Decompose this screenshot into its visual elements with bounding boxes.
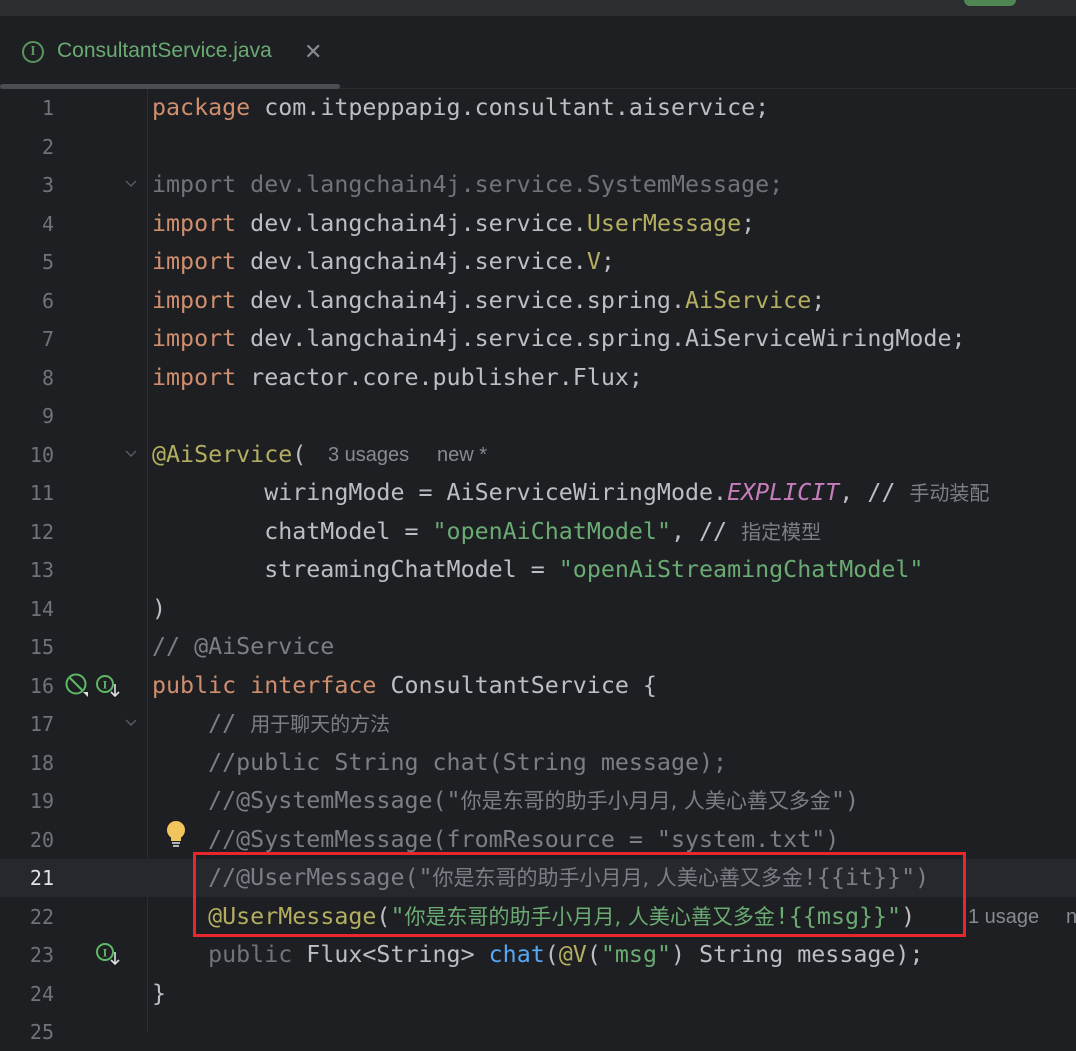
code-text: import dev.langchain4j.service.UserMessa… [152, 209, 756, 237]
line-number: 20 [29, 827, 54, 852]
code-line[interactable]: 17 // 用于聊天的方法 [0, 705, 1076, 743]
line-number: 19 [29, 789, 54, 813]
line-number: 16 [29, 673, 54, 698]
editor-tab-bar: I ConsultantService.java ✕ [0, 16, 1076, 89]
code-editor[interactable]: 1 package com.itpeppapig.consultant.aise… [0, 89, 1076, 1044]
code-line[interactable]: 16 I public interface ConsultantService … [0, 667, 1076, 705]
code-text: import dev.langchain4j.service.V; [152, 248, 615, 275]
code-line[interactable]: 19 //@SystemMessage("你是东哥的助手小月月, 人美心善又多金… [0, 782, 1076, 820]
code-line[interactable]: 11 wiringMode = AiServiceWiringMode.EXPL… [0, 474, 1076, 512]
code-line[interactable]: 4 import dev.langchain4j.service.UserMes… [0, 205, 1076, 243]
implemented-method-icon[interactable]: I [95, 942, 121, 968]
line-number: 9 [41, 404, 54, 428]
fold-chevron-icon[interactable] [124, 447, 138, 461]
line-number: 21 [29, 866, 54, 890]
code-line[interactable]: 5 import dev.langchain4j.service.V; [0, 243, 1076, 281]
line-number: 14 [29, 596, 54, 621]
code-text: } [152, 979, 167, 1007]
code-line[interactable]: 6 import dev.langchain4j.service.spring.… [0, 282, 1076, 320]
implemented-interface-icon[interactable]: I [95, 674, 121, 700]
code-text: package com.itpeppapig.consultant.aiserv… [152, 94, 770, 121]
code-line[interactable]: 3 import dev.langchain4j.service.SystemM… [0, 166, 1076, 204]
line-number: 13 [29, 558, 54, 582]
code-text: chatModel = "openAiChatModel", // 指定模型 [152, 517, 822, 545]
close-icon[interactable]: ✕ [304, 39, 322, 65]
author-hint[interactable]: new * [437, 444, 487, 467]
highlight-annotation-box [193, 852, 966, 937]
code-line[interactable]: 7 import dev.langchain4j.service.spring.… [0, 320, 1076, 358]
code-line[interactable]: 1 package com.itpeppapig.consultant.aise… [0, 89, 1076, 127]
code-line[interactable]: 2 [0, 128, 1076, 166]
svg-text:I: I [103, 946, 108, 960]
line-number: 12 [29, 519, 54, 544]
no-bean-icon[interactable] [64, 672, 90, 698]
code-line[interactable]: 25 [0, 1013, 1076, 1051]
run-widget[interactable] [964, 0, 1016, 6]
line-number: 6 [41, 288, 54, 313]
line-number: 15 [29, 635, 54, 659]
code-text: // @AiService [152, 633, 335, 660]
code-line[interactable]: 24 } [0, 975, 1076, 1013]
fold-chevron-icon[interactable] [124, 177, 138, 191]
line-number: 8 [41, 365, 54, 390]
code-text: public interface ConsultantService { [152, 671, 657, 699]
code-line[interactable]: 14 ) [0, 590, 1076, 628]
svg-text:I: I [103, 677, 108, 691]
tab-consultant-service[interactable]: I ConsultantService.java ✕ [0, 16, 340, 89]
code-line[interactable]: 15 // @AiService [0, 628, 1076, 666]
code-text: public Flux<String> chat(@V("msg") Strin… [152, 941, 924, 968]
author-hint[interactable]: n [1066, 906, 1076, 929]
line-number: 24 [29, 981, 54, 1006]
line-number: 7 [41, 327, 54, 351]
line-number: 3 [41, 173, 54, 197]
line-number: 10 [29, 442, 54, 467]
code-line[interactable]: 18 //public String chat(String message); [0, 744, 1076, 782]
code-text: //@SystemMessage("你是东哥的助手小月月, 人美心善又多金") [152, 787, 859, 814]
line-number: 1 [41, 96, 54, 120]
interface-icon: I [22, 41, 44, 63]
tab-label: ConsultantService.java [57, 39, 272, 62]
line-number: 11 [29, 481, 54, 505]
line-number: 25 [29, 1020, 54, 1044]
line-number: 23 [29, 943, 54, 967]
code-line[interactable]: 9 [0, 397, 1076, 435]
code-text: //public String chat(String message); [152, 748, 728, 776]
code-text: wiringMode = AiServiceWiringMode.EXPLICI… [152, 479, 990, 506]
line-number: 4 [41, 211, 54, 236]
code-text: import dev.langchain4j.service.SystemMes… [152, 171, 784, 198]
lightbulb-icon[interactable] [163, 819, 189, 849]
code-text: streamingChatModel = "openAiStreamingCha… [152, 556, 924, 583]
usages-hint[interactable]: 1 usage [968, 906, 1039, 929]
line-number: 18 [29, 750, 54, 775]
code-line[interactable]: 8 import reactor.core.publisher.Flux; [0, 359, 1076, 397]
line-number: 2 [41, 134, 54, 159]
title-bar [0, 0, 1076, 16]
code-line[interactable]: 12 chatModel = "openAiChatModel", // 指定模… [0, 513, 1076, 551]
usages-hint[interactable]: 3 usages [328, 444, 409, 467]
code-line[interactable]: 23 I public Flux<String> chat(@V("msg") … [0, 936, 1076, 974]
fold-chevron-icon[interactable] [124, 716, 138, 730]
code-text: @AiService( [152, 440, 307, 468]
code-text: import reactor.core.publisher.Flux; [152, 363, 643, 391]
code-line[interactable]: 13 streamingChatModel = "openAiStreaming… [0, 551, 1076, 589]
line-number: 5 [41, 250, 54, 274]
line-number: 17 [29, 712, 54, 736]
code-text: import dev.langchain4j.service.spring.Ai… [152, 325, 966, 352]
code-text: ) [152, 594, 167, 622]
code-line[interactable]: 10 @AiService( 3 usages new * [0, 436, 1076, 474]
line-number: 22 [29, 904, 54, 929]
code-text: // 用于聊天的方法 [152, 710, 391, 737]
code-text: import dev.langchain4j.service.spring.Ai… [152, 286, 826, 314]
